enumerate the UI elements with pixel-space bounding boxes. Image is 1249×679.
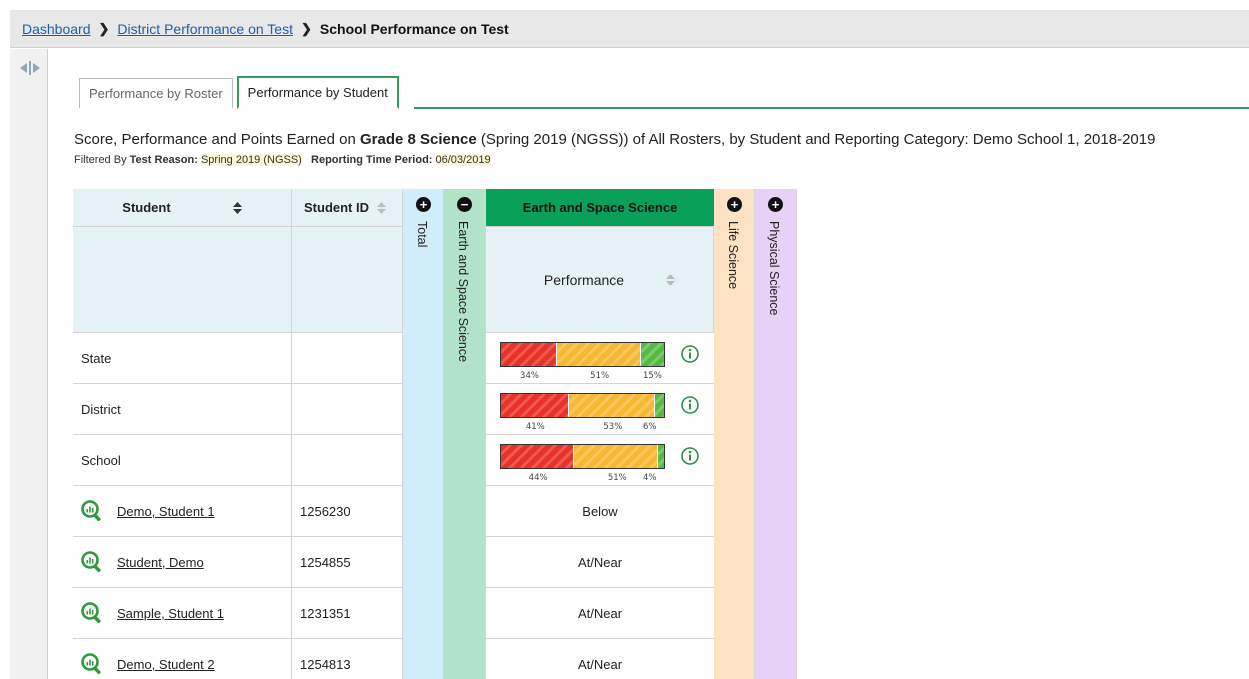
expand-plus-icon[interactable]: + [416,197,431,212]
page-title: School Performance on Test [319,20,509,37]
total-column-label: Total [415,221,429,248]
student-id-cell: 1231351 [292,588,403,639]
summary-row-label: District [73,384,292,435]
student-row: Student, Demo [73,537,292,588]
below-segment [501,394,568,417]
breadcrumb-dashboard-link[interactable]: Dashboard [22,21,91,37]
sort-icon[interactable] [377,201,386,214]
performance-distribution-bar [500,444,665,469]
at-near-segment [573,445,658,468]
percent-label: 51% [607,473,627,483]
filter-summary: Filtered By Test Reason: Spring 2019 (NG… [74,154,491,166]
student-performance-cell: At/Near [486,639,714,679]
student-id-cell: 1256230 [292,486,403,537]
info-icon[interactable] [681,447,699,465]
performance-column-header[interactable]: Performance [486,227,714,333]
student-name-link[interactable]: Demo, Student 1 [117,504,215,519]
chevron-right-icon: ❯ [98,20,110,36]
above-segment [639,343,664,366]
chevron-right-icon: ❯ [301,20,312,36]
report-title: Score, Performance and Points Earned on … [74,131,1156,148]
percent-label: 51% [590,371,610,381]
summary-row-label: School [73,435,292,486]
percent-label: 44% [528,473,548,483]
student-header-spacer [73,227,292,333]
breadcrumb-district-link[interactable]: District Performance on Test [117,21,293,37]
life-science-column[interactable]: + Life Science [714,189,755,679]
student-row: Demo, Student 1 [73,486,292,537]
percent-label: 53% [603,422,623,432]
sort-icon[interactable] [232,201,242,214]
performance-distribution-bar [500,393,665,418]
summary-row-id-empty [292,384,403,435]
breadcrumb: Dashboard ❯ District Performance on Test… [10,10,1249,48]
at-near-segment [567,394,655,417]
student-performance-cell: At/Near [486,537,714,588]
summary-performance-cell: 34% 51% 15% [486,333,714,384]
student-report-magnifier-icon[interactable] [81,602,103,624]
student-id-column-header[interactable]: Student ID [292,189,403,227]
student-name-link[interactable]: Demo, Student 2 [117,657,215,672]
expand-plus-icon[interactable]: + [727,197,742,212]
info-icon[interactable] [681,345,699,363]
student-performance-cell: Below [486,486,714,537]
summary-row-label: State [73,333,292,384]
percent-label: 15% [643,371,662,381]
percent-label: 4% [643,473,657,483]
tab-performance-by-student[interactable]: Performance by Student [236,76,399,109]
student-row: Demo, Student 2 [73,639,292,679]
collapse-minus-icon[interactable]: − [457,197,472,212]
left-sidebar [10,49,48,679]
physical-science-column[interactable]: + Physical Science [755,189,797,679]
summary-row-id-empty [292,435,403,486]
student-performance-cell: At/Near [486,588,714,639]
at-near-segment [556,343,640,366]
tab-performance-by-roster[interactable]: Performance by Roster [79,78,233,108]
below-segment [501,445,574,468]
physical-science-label: Physical Science [767,221,781,316]
percent-label: 41% [525,422,545,432]
percent-label: 34% [520,371,539,381]
student-report-magnifier-icon[interactable] [81,500,103,522]
tab-underline [414,107,1249,109]
student-column-header[interactable]: Student [73,189,292,227]
percent-label: 6% [643,422,657,432]
summary-row-id-empty [292,333,403,384]
earth-space-header: Earth and Space Science [486,189,714,227]
student-name-link[interactable]: Student, Demo [117,555,204,570]
expand-collapse-icon[interactable] [19,61,41,75]
student-report-magnifier-icon[interactable] [81,653,103,675]
summary-performance-cell: 41% 53% 6% [486,384,714,435]
life-science-label: Life Science [726,221,740,290]
info-icon[interactable] [681,396,699,414]
student-id-cell: 1254813 [292,639,403,679]
below-segment [501,343,557,366]
student-id-header-spacer [292,227,403,333]
student-id-cell: 1254855 [292,537,403,588]
performance-distribution-bar [500,342,665,367]
summary-performance-cell: 44% 51% 4% [486,435,714,486]
student-name-link[interactable]: Sample, Student 1 [117,606,224,621]
student-row: Sample, Student 1 [73,588,292,639]
student-report-magnifier-icon[interactable] [81,551,103,573]
above-segment [657,445,664,468]
view-tabs: Performance by Roster Performance by Stu… [79,75,403,109]
sort-icon[interactable] [666,273,676,286]
earth-space-collapsed-column[interactable]: − Earth and Space Science [444,189,486,679]
expand-plus-icon[interactable]: + [768,197,783,212]
total-column[interactable]: + Total [403,189,444,679]
earth-space-strip-label: Earth and Space Science [456,221,470,363]
above-segment [654,394,664,417]
